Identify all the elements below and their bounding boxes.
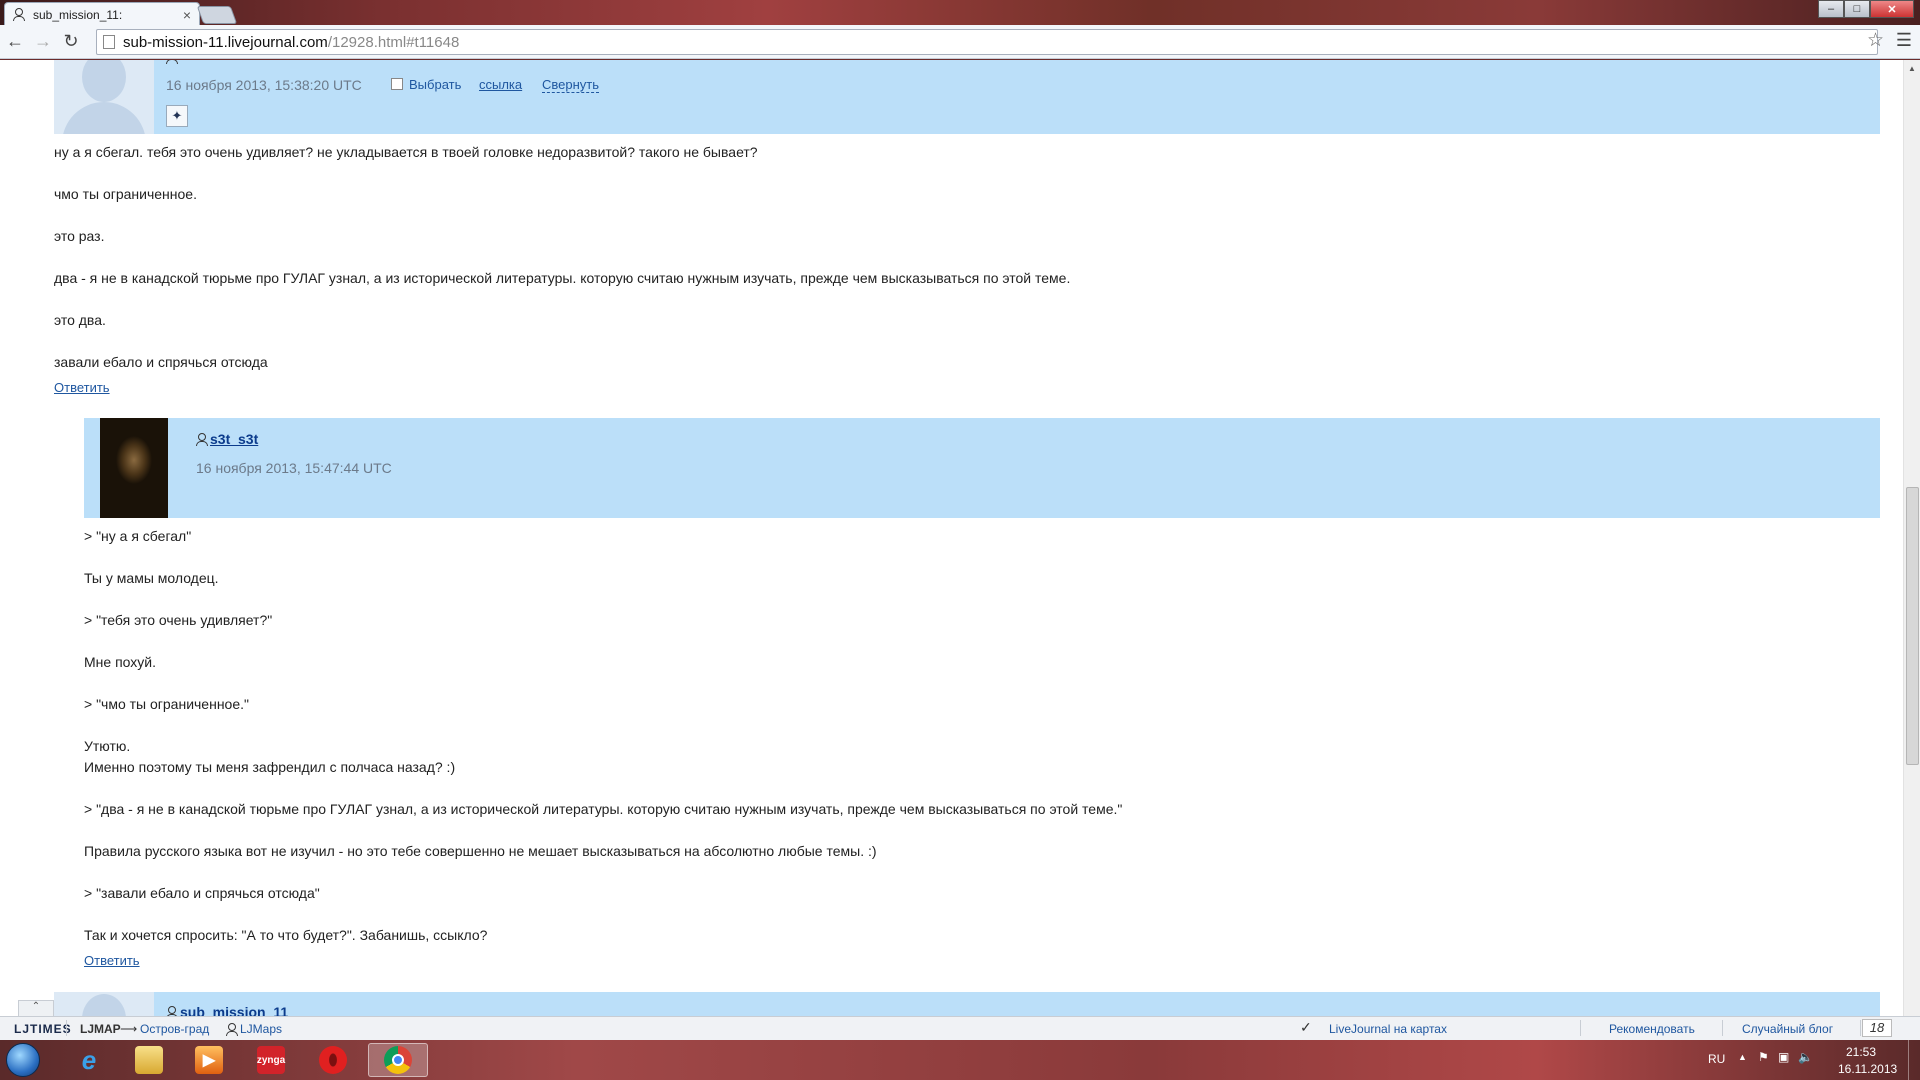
folder-icon bbox=[135, 1046, 163, 1074]
tab-title: sub_mission_11: bbox=[33, 7, 123, 22]
user-icon bbox=[166, 1005, 178, 1016]
tab-close-icon[interactable]: × bbox=[183, 7, 191, 23]
chrome-menu-icon[interactable]: ☰ bbox=[1896, 30, 1912, 51]
comment-line: Мне похуй. bbox=[84, 654, 156, 670]
reply-link[interactable]: Ответить bbox=[54, 380, 110, 395]
window-controls: – □ ✕ bbox=[1818, 0, 1914, 18]
recommend-link[interactable]: Рекомендовать bbox=[1609, 1022, 1695, 1036]
close-window-button[interactable]: ✕ bbox=[1870, 0, 1914, 18]
comment-permalink[interactable]: ссылка bbox=[479, 77, 522, 92]
scrollbar-thumb[interactable] bbox=[1906, 487, 1919, 765]
comment-line: Так и хочется спросить: "А то что будет?… bbox=[84, 927, 488, 943]
comment-line: > "чмо ты ограниченное." bbox=[84, 696, 249, 712]
url-path: /12928.html#t11648 bbox=[327, 33, 460, 51]
avatar-placeholder[interactable] bbox=[54, 60, 154, 134]
taskbar-file-explorer[interactable] bbox=[122, 1043, 176, 1077]
address-bar[interactable]: sub-mission-11.livejournal.com /12928.ht… bbox=[96, 29, 1878, 55]
reply-link[interactable]: Ответить bbox=[84, 953, 140, 968]
user-icon bbox=[196, 432, 208, 446]
show-hidden-icons[interactable]: ▲ bbox=[1738, 1052, 1747, 1062]
maximize-button[interactable]: □ bbox=[1844, 0, 1870, 18]
ljmap-label: LJMAP bbox=[80, 1022, 121, 1036]
internet-explorer-icon: e bbox=[81, 1044, 97, 1075]
comment-line: Правила русского языка вот не изучил - н… bbox=[84, 843, 877, 859]
page-viewport: 16 ноября 2013, 15:38:20 UTC Выбрать ссы… bbox=[0, 60, 1920, 1016]
language-indicator[interactable]: RU bbox=[1708, 1052, 1725, 1066]
windows-start-button[interactable] bbox=[6, 1043, 40, 1077]
comment-line: это раз. bbox=[54, 228, 105, 244]
scroll-to-top-button[interactable]: ⌃ bbox=[18, 1000, 54, 1016]
comment-date: 16 ноября 2013, 15:38:20 UTC bbox=[166, 77, 362, 93]
system-tray: RU ▲ ⚑ ▣ 🔈 21:53 16.11.2013 bbox=[1700, 1040, 1920, 1080]
back-arrow-icon[interactable]: ← bbox=[2, 29, 28, 55]
comment-date: 16 ноября 2013, 15:47:44 UTC bbox=[196, 460, 392, 476]
collapse-link[interactable]: Свернуть bbox=[542, 77, 600, 93]
comment-username[interactable] bbox=[166, 60, 180, 64]
avatar-placeholder[interactable] bbox=[54, 992, 154, 1016]
taskbar-chrome[interactable] bbox=[368, 1043, 428, 1077]
opera-icon bbox=[319, 1046, 347, 1074]
zynga-icon: zynga bbox=[257, 1046, 285, 1074]
windows-taskbar: e ▶ zynga RU ▲ ⚑ ▣ 🔈 21:53 16.11.2013 bbox=[0, 1040, 1920, 1080]
comment-line: > "тебя это очень удивляет?" bbox=[84, 612, 273, 628]
comment-line: это два. bbox=[54, 312, 106, 328]
arrow-icon: ⟶ bbox=[120, 1022, 138, 1036]
minimize-button[interactable]: – bbox=[1818, 0, 1844, 18]
avatar-photo[interactable] bbox=[100, 418, 168, 518]
select-checkbox[interactable] bbox=[391, 78, 403, 90]
ljtimes-logo[interactable]: LJTIMES bbox=[14, 1022, 72, 1036]
comment-line: ну а я сбегал. тебя это очень удивляет? … bbox=[54, 144, 758, 160]
pin-icon[interactable]: ✦ bbox=[166, 105, 188, 127]
map-pin-icon: ✓ bbox=[1300, 1019, 1312, 1035]
comment-line: чмо ты ограниченное. bbox=[54, 186, 197, 202]
comment-header bbox=[54, 60, 1880, 134]
comment-line: > "два - я не в канадской тюрьме про ГУЛ… bbox=[84, 801, 1123, 817]
reload-icon[interactable]: ↻ bbox=[58, 29, 84, 55]
page-icon bbox=[103, 35, 115, 49]
livejournal-user-icon bbox=[13, 8, 25, 21]
window-titlebar: sub_mission_11: × – □ ✕ bbox=[0, 0, 1920, 26]
clock-date[interactable]: 16.11.2013 bbox=[1838, 1062, 1897, 1076]
ljmaps-link[interactable]: LJMaps bbox=[226, 1022, 282, 1036]
bookmark-star-icon[interactable]: ☆ bbox=[1867, 29, 1884, 52]
network-icon[interactable]: ▣ bbox=[1778, 1050, 1789, 1064]
comment-header bbox=[54, 992, 1880, 1016]
comment-line: два - я не в канадской тюрьме про ГУЛАГ … bbox=[54, 270, 1071, 286]
forward-arrow-icon[interactable]: → bbox=[30, 29, 56, 55]
show-desktop-button[interactable] bbox=[1908, 1040, 1920, 1080]
comment-line: Утютю. bbox=[84, 738, 131, 754]
browser-toolbar: ← → ↻ sub-mission-11.livejournal.com /12… bbox=[0, 25, 1920, 59]
comment-line: завали ебало и спрячься отсюда bbox=[54, 354, 268, 370]
clock-time[interactable]: 21:53 bbox=[1846, 1045, 1876, 1059]
taskbar-zynga[interactable]: zynga bbox=[244, 1043, 298, 1077]
lj-on-maps-link[interactable]: LiveJournal на картах bbox=[1329, 1022, 1447, 1036]
taskbar-opera[interactable] bbox=[306, 1043, 360, 1077]
island-link[interactable]: Остров-град bbox=[140, 1022, 209, 1036]
comment-line: Ты у мамы молодец. bbox=[84, 570, 219, 586]
new-tab-button[interactable] bbox=[196, 6, 238, 24]
comment-line: Именно поэтому ты меня зафрендил с полча… bbox=[84, 759, 456, 775]
random-blog-link[interactable]: Случайный блог bbox=[1742, 1022, 1833, 1036]
user-icon bbox=[226, 1022, 238, 1036]
comment-line: > "завали ебало и спрячься отсюда" bbox=[84, 885, 320, 901]
media-player-icon: ▶ bbox=[195, 1046, 223, 1074]
comment-line: > "ну а я сбегал" bbox=[84, 528, 192, 544]
browser-tab-active[interactable]: sub_mission_11: × bbox=[4, 2, 200, 26]
taskbar-media-player[interactable]: ▶ bbox=[182, 1043, 236, 1077]
vertical-scrollbar[interactable]: ▲ bbox=[1903, 60, 1920, 1016]
notification-count-badge[interactable]: 18 bbox=[1862, 1019, 1892, 1037]
scroll-up-arrow-icon[interactable]: ▲ bbox=[1908, 64, 1916, 73]
comment-username[interactable]: sub_mission_11 bbox=[166, 1004, 288, 1016]
action-center-flag-icon[interactable]: ⚑ bbox=[1758, 1050, 1769, 1064]
chrome-icon bbox=[384, 1046, 412, 1074]
url-host: sub-mission-11.livejournal.com bbox=[123, 33, 328, 51]
select-label[interactable]: Выбрать bbox=[409, 77, 461, 92]
volume-icon[interactable]: 🔈 bbox=[1798, 1050, 1813, 1064]
comment-username[interactable]: s3t_s3t bbox=[196, 431, 258, 447]
lj-bottom-bar: LJTIMES LJMAP ⟶ Остров-град LJMaps ✓ Liv… bbox=[0, 1016, 1920, 1040]
user-icon bbox=[166, 60, 178, 64]
taskbar-internet-explorer[interactable]: e bbox=[62, 1043, 116, 1077]
